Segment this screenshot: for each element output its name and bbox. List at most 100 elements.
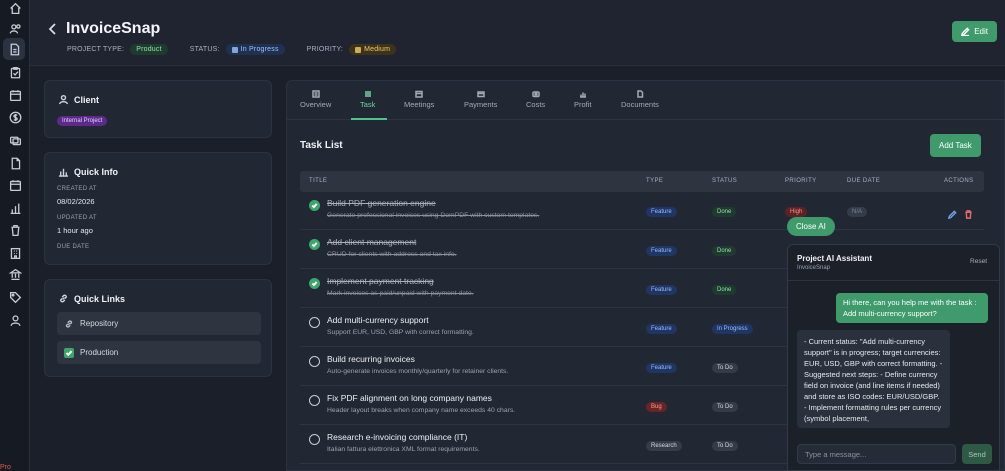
type-badge: Feature bbox=[646, 363, 677, 373]
table-row[interactable]: Build PDF generation engine Generate pro… bbox=[300, 192, 984, 230]
task-title[interactable]: Add client management bbox=[327, 237, 416, 247]
task-title[interactable]: Implement payment tracking bbox=[327, 276, 434, 286]
tab-payments[interactable]: Payments bbox=[464, 90, 497, 109]
tab-documents[interactable]: Documents bbox=[621, 90, 659, 109]
status-label: STATUS: bbox=[189, 46, 220, 53]
task-title[interactable]: Research e-invoicing compliance (IT) bbox=[327, 432, 467, 442]
file-icon[interactable] bbox=[7, 155, 23, 171]
tab-profit-label: Profit bbox=[574, 100, 592, 109]
type-badge: Feature bbox=[646, 246, 677, 256]
project-type-label: PROJECT TYPE: bbox=[67, 46, 125, 53]
completed-check-icon[interactable] bbox=[309, 200, 320, 211]
created-label: CREATED AT bbox=[57, 186, 97, 192]
incomplete-circle-icon[interactable] bbox=[309, 356, 320, 367]
link-production-label: Production bbox=[80, 348, 119, 357]
tab-costs[interactable]: Costs bbox=[526, 90, 545, 109]
plan-label: Pro bbox=[0, 464, 11, 471]
document-icon[interactable] bbox=[3, 38, 25, 60]
trash-icon[interactable] bbox=[7, 222, 23, 238]
costs-icon bbox=[531, 91, 540, 98]
status-badge: In Progress bbox=[712, 324, 753, 334]
quick-info-title-text: Quick Info bbox=[74, 166, 119, 177]
tab-overview[interactable]: Overview bbox=[300, 90, 331, 109]
task-title[interactable]: Build recurring invoices bbox=[327, 354, 415, 364]
tab-meetings[interactable]: Meetings bbox=[404, 90, 434, 109]
payments-icon bbox=[476, 91, 485, 98]
calendar-alt-icon[interactable] bbox=[7, 177, 23, 193]
link-icon bbox=[60, 294, 67, 303]
tab-documents-label: Documents bbox=[621, 100, 659, 109]
task-description: Generate professional invoices using Dom… bbox=[327, 212, 540, 219]
incomplete-circle-icon[interactable] bbox=[309, 317, 320, 328]
task-title[interactable]: Fix PDF alignment on long company names bbox=[327, 393, 492, 403]
assistant-message: - Current status: "Add multi-currency su… bbox=[797, 330, 950, 428]
tab-profit[interactable]: Profit bbox=[574, 90, 592, 109]
send-button[interactable]: Send bbox=[962, 444, 992, 464]
tag-icon[interactable] bbox=[7, 289, 23, 305]
type-badge: Bug bbox=[646, 402, 667, 412]
status-badge: To Do bbox=[712, 363, 738, 373]
tab-overview-label: Overview bbox=[300, 100, 332, 109]
meetings-icon bbox=[415, 90, 423, 98]
updated-label: UPDATED AT bbox=[57, 215, 97, 221]
tab-task[interactable]: Task bbox=[360, 90, 375, 109]
clipboard-icon[interactable] bbox=[7, 64, 23, 80]
ai-assistant-panel: Project AI Assistant InvoiceSnap Reset H… bbox=[787, 244, 1000, 471]
due-date-label: DUE DATE bbox=[57, 244, 90, 250]
tab-costs-label: Costs bbox=[526, 100, 546, 109]
layers-icon[interactable] bbox=[7, 132, 23, 148]
col-status[interactable]: STATUS bbox=[712, 178, 737, 184]
col-title[interactable]: TITLE bbox=[309, 178, 327, 184]
incomplete-circle-icon[interactable] bbox=[309, 395, 320, 406]
updated-value: 1 hour ago bbox=[57, 226, 93, 235]
bank-icon[interactable] bbox=[7, 266, 23, 282]
home-icon[interactable] bbox=[7, 0, 23, 16]
task-title[interactable]: Build PDF generation engine bbox=[327, 198, 436, 208]
client-title-text: Client bbox=[74, 94, 100, 105]
checkmark-icon bbox=[64, 347, 74, 358]
chain-icon bbox=[65, 319, 73, 328]
user-icon[interactable] bbox=[7, 312, 23, 328]
link-repository-label: Repository bbox=[80, 319, 119, 328]
delete-icon[interactable] bbox=[964, 206, 973, 219]
status-badge: Done bbox=[712, 285, 737, 295]
back-arrow-icon[interactable] bbox=[46, 22, 60, 36]
quick-info-title: Quick Info bbox=[58, 166, 118, 177]
tab-payments-label: Payments bbox=[464, 100, 498, 109]
page-title: InvoiceSnap bbox=[66, 20, 161, 37]
edit-icon bbox=[961, 27, 970, 36]
priority-label: PRIORITY: bbox=[306, 46, 344, 53]
incomplete-circle-icon[interactable] bbox=[309, 434, 320, 445]
divider bbox=[788, 280, 999, 281]
link-repository[interactable]: Repository bbox=[57, 312, 261, 335]
col-priority[interactable]: PRIORITY bbox=[785, 178, 817, 184]
link-production[interactable]: Production bbox=[57, 341, 261, 364]
type-badge: Feature bbox=[646, 285, 677, 295]
edit-icon[interactable] bbox=[947, 206, 957, 220]
task-title[interactable]: Add multi-currency support bbox=[327, 315, 429, 325]
close-ai-button[interactable]: Close AI bbox=[787, 217, 835, 236]
dollar-icon[interactable] bbox=[7, 109, 23, 125]
message-input[interactable]: Type a message... bbox=[797, 444, 956, 464]
status-badge: To Do bbox=[712, 441, 738, 451]
priority-icon bbox=[355, 46, 362, 53]
overview-icon bbox=[311, 90, 320, 98]
col-actions: ACTIONS bbox=[944, 178, 974, 184]
task-list-title: Task List bbox=[300, 140, 343, 151]
task-description: Support EUR, USD, GBP with correct forma… bbox=[327, 329, 474, 336]
add-task-button[interactable]: Add Task bbox=[930, 134, 981, 157]
building-icon[interactable] bbox=[7, 245, 23, 261]
calendar-icon[interactable] bbox=[7, 87, 23, 103]
completed-check-icon[interactable] bbox=[309, 239, 320, 250]
edit-button[interactable]: Edit bbox=[952, 21, 997, 42]
col-type[interactable]: TYPE bbox=[646, 178, 663, 184]
reset-button[interactable]: Reset bbox=[970, 258, 987, 265]
client-tag[interactable]: Internal Project bbox=[57, 116, 108, 126]
col-due-date[interactable]: DUE DATE bbox=[847, 178, 880, 184]
completed-check-icon[interactable] bbox=[309, 278, 320, 289]
users-icon[interactable] bbox=[7, 20, 23, 36]
chart-icon[interactable] bbox=[7, 200, 23, 216]
task-icon bbox=[364, 91, 371, 97]
status-value: In Progress bbox=[240, 46, 279, 53]
edit-button-label: Edit bbox=[974, 27, 988, 36]
